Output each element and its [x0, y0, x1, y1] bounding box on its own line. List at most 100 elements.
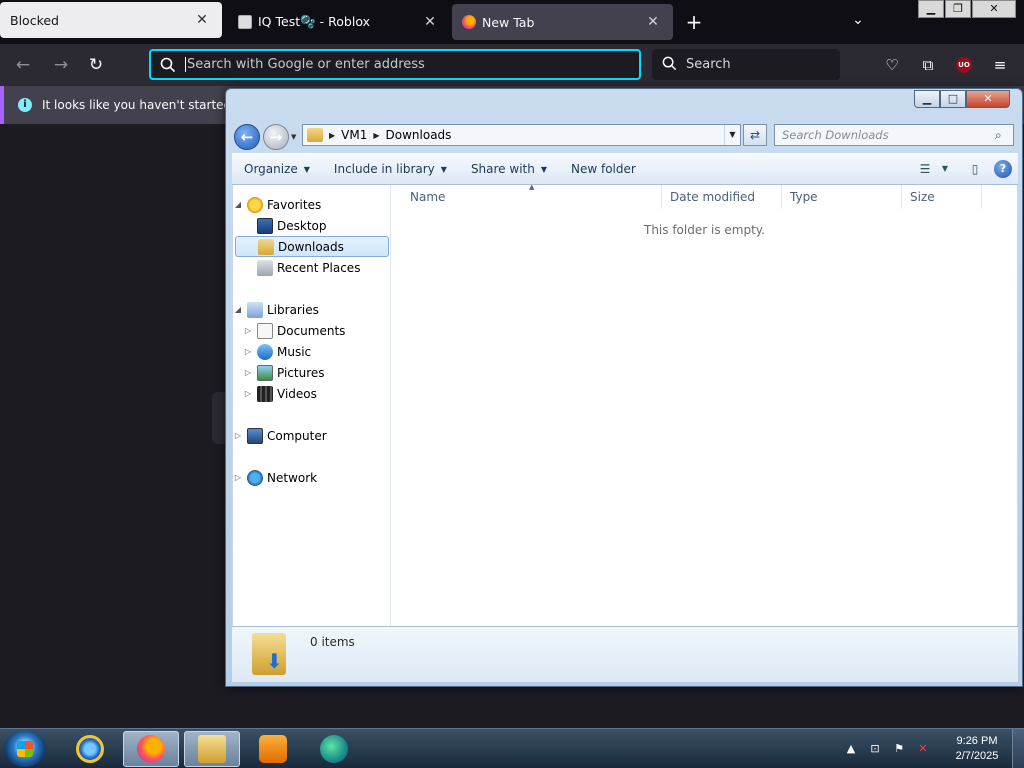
details-pane: ⬇ 0 items: [232, 626, 1018, 682]
expand-triangle-icon[interactable]: ▷: [243, 368, 253, 377]
breadcrumb-separator-icon[interactable]: ▶: [329, 131, 335, 140]
address-dropdown-icon[interactable]: ▼: [724, 125, 740, 145]
file-list-pane[interactable]: Name Date modified Type Size ▲ This fold…: [392, 183, 1017, 626]
column-headers: Name Date modified Type Size ▲: [392, 183, 1017, 209]
url-input[interactable]: [185, 57, 639, 72]
hamburger-menu-icon[interactable]: ≡: [990, 55, 1010, 75]
start-button[interactable]: [4, 731, 46, 767]
back-arrow-icon[interactable]: ←: [12, 54, 34, 76]
explorer-search-box[interactable]: ⌕: [774, 124, 1014, 146]
close-tab-icon[interactable]: ✕: [192, 10, 212, 30]
minimize-icon[interactable]: ▁: [914, 90, 940, 108]
notification-text: It looks like you haven't started Fir: [42, 98, 250, 112]
new-folder-button[interactable]: New folder: [559, 162, 648, 176]
expand-triangle-icon[interactable]: ▷: [243, 347, 253, 356]
computer-icon: [247, 427, 263, 444]
close-window-icon[interactable]: ✕: [972, 0, 1016, 18]
search-bar[interactable]: [652, 49, 856, 80]
windows-logo-icon: [17, 741, 33, 757]
collapse-triangle-icon[interactable]: ◢: [233, 305, 243, 314]
close-tab-icon[interactable]: ✕: [643, 12, 663, 32]
breadcrumb-downloads[interactable]: Downloads: [386, 128, 452, 142]
tab-blocked[interactable]: Blocked ✕: [0, 2, 222, 38]
expand-triangle-icon[interactable]: ▷: [243, 389, 253, 398]
clock[interactable]: 9:26 PM 2/7/2025: [946, 734, 1008, 764]
view-controls: ☰ ▼ ▯ ?: [914, 159, 1018, 179]
dropdown-caret-icon: ▼: [440, 164, 447, 174]
network-tray-icon[interactable]: ⊡: [866, 740, 884, 758]
clock-time: 9:26 PM: [956, 735, 998, 747]
nav-favorites[interactable]: ◢ Favorites: [233, 194, 391, 215]
expand-triangle-icon[interactable]: ▷: [233, 473, 243, 482]
recent-pages-chevron-icon[interactable]: ▼: [291, 133, 296, 141]
libraries-icon: [247, 301, 263, 318]
action-center-flag-icon[interactable]: ⚑: [890, 740, 908, 758]
nav-recent-places[interactable]: Recent Places: [233, 257, 391, 278]
search-icon[interactable]: ⌕: [995, 128, 1013, 143]
share-with-label: Share with: [470, 162, 535, 176]
explorer-search-input[interactable]: [782, 128, 995, 142]
ublock-origin-icon[interactable]: UO: [956, 57, 972, 73]
minimize-window-icon[interactable]: ▁: [918, 0, 944, 18]
column-header-type[interactable]: Type: [782, 185, 902, 209]
back-arrow-icon[interactable]: ←: [234, 124, 260, 150]
taskbar-firefox[interactable]: [123, 731, 179, 767]
show-desktop-button[interactable]: [1012, 729, 1024, 768]
refresh-icon[interactable]: ⇄: [743, 124, 767, 146]
url-bar[interactable]: [149, 49, 641, 80]
forward-arrow-icon[interactable]: →: [50, 54, 72, 76]
tab-new-tab[interactable]: New Tab ✕: [452, 4, 673, 40]
maximize-icon[interactable]: □: [940, 90, 966, 108]
expand-triangle-icon[interactable]: ▷: [243, 326, 253, 335]
close-tab-icon[interactable]: ✕: [420, 12, 440, 32]
search-input[interactable]: [686, 57, 856, 72]
nav-downloads[interactable]: Downloads: [235, 236, 389, 257]
column-header-size[interactable]: Size: [902, 185, 982, 209]
column-header-name[interactable]: Name: [392, 185, 662, 209]
nav-computer[interactable]: ▷ Computer: [233, 425, 391, 446]
folder-icon: [307, 128, 323, 142]
change-view-icon[interactable]: ☰: [914, 159, 936, 179]
empty-folder-message: This folder is empty.: [644, 223, 765, 237]
nav-documents[interactable]: ▷ Documents: [233, 320, 391, 341]
nav-libraries[interactable]: ◢ Libraries: [233, 299, 391, 320]
nav-label: Favorites: [267, 197, 322, 212]
nav-desktop[interactable]: Desktop: [233, 215, 391, 236]
nav-music[interactable]: ▷ Music: [233, 341, 391, 362]
extensions-puzzle-icon[interactable]: ⧉: [918, 55, 938, 75]
tab-roblox[interactable]: IQ Test🫧 - Roblox ✕: [228, 4, 450, 40]
window-caption-buttons: ▁ □ ✕: [914, 90, 1010, 108]
show-hidden-icons-icon[interactable]: ▲: [842, 740, 860, 758]
pocket-icon[interactable]: ♡: [882, 55, 902, 75]
breadcrumb-separator-icon[interactable]: ▶: [373, 131, 379, 140]
explorer-body: ◢ Favorites Desktop Downloads Recent Pla…: [232, 183, 1018, 626]
reload-icon[interactable]: ↻: [85, 54, 107, 76]
taskbar-edge[interactable]: [306, 731, 362, 767]
column-header-date-modified[interactable]: Date modified: [662, 185, 782, 209]
close-icon[interactable]: ✕: [966, 90, 1010, 108]
search-icon: [159, 56, 177, 74]
breadcrumb-vm1[interactable]: VM1: [341, 128, 367, 142]
taskbar-windows-explorer[interactable]: [184, 731, 240, 767]
include-in-library-button[interactable]: Include in library ▼: [322, 162, 459, 176]
nav-videos[interactable]: ▷ Videos: [233, 383, 391, 404]
expand-triangle-icon[interactable]: ▷: [233, 431, 243, 440]
nav-network[interactable]: ▷ Network: [233, 467, 391, 488]
view-dropdown-caret-icon[interactable]: ▼: [934, 159, 956, 179]
organize-button[interactable]: Organize ▼: [232, 162, 322, 176]
taskbar-internet-explorer[interactable]: [62, 731, 118, 767]
collapse-triangle-icon[interactable]: ◢: [233, 200, 243, 209]
help-icon[interactable]: ?: [994, 160, 1012, 178]
restore-window-icon[interactable]: ❐: [945, 0, 971, 18]
volume-muted-icon[interactable]: ✕: [914, 740, 932, 758]
nav-pictures[interactable]: ▷ Pictures: [233, 362, 391, 383]
forward-arrow-icon[interactable]: →: [263, 124, 289, 150]
list-all-tabs-chevron-icon[interactable]: ⌄: [848, 12, 868, 32]
new-tab-plus-icon[interactable]: +: [684, 12, 704, 32]
share-with-button[interactable]: Share with ▼: [459, 162, 559, 176]
downloads-folder-icon: ⬇: [252, 633, 286, 675]
documents-icon: [257, 322, 273, 339]
preview-pane-icon[interactable]: ▯: [964, 159, 986, 179]
address-bar[interactable]: ▶ VM1 ▶ Downloads ▼: [302, 124, 741, 146]
taskbar-media-player[interactable]: [245, 731, 301, 767]
